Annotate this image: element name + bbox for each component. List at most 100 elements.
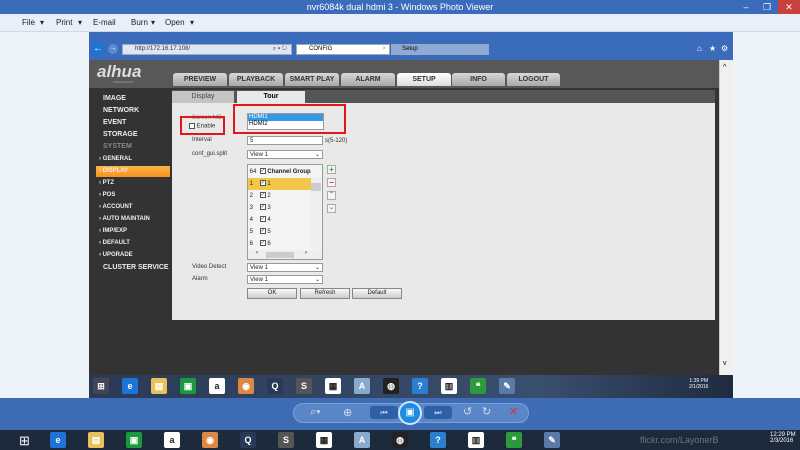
windows-icon[interactable]: ⊞ bbox=[93, 378, 109, 394]
sidebar-sub-general[interactable]: › GENERAL bbox=[99, 156, 132, 162]
sidebar-item-system[interactable]: SYSTEM bbox=[103, 143, 132, 150]
screen-select-list[interactable]: HDMI1 HDMI2 bbox=[247, 113, 324, 130]
refresh-button[interactable]: Refresh bbox=[300, 288, 350, 299]
help-icon[interactable]: ? bbox=[430, 432, 446, 448]
restore-button[interactable]: ❐ bbox=[756, 0, 778, 14]
explorer-icon[interactable]: ▤ bbox=[88, 432, 104, 448]
tab-preview[interactable]: PREVIEW bbox=[173, 73, 227, 86]
interval-input[interactable]: 5 bbox=[247, 136, 323, 145]
channel-row[interactable]: 1 ✓ 1 bbox=[248, 178, 311, 190]
wordpad-icon[interactable]: A bbox=[354, 432, 370, 448]
subtab-display[interactable]: Display bbox=[172, 91, 234, 103]
actual-size-icon[interactable]: ⊕ bbox=[343, 406, 352, 419]
chrome-icon[interactable]: ◉ bbox=[202, 432, 218, 448]
ie-icon[interactable]: e bbox=[50, 432, 66, 448]
hangouts-icon[interactable]: ❝ bbox=[470, 378, 486, 394]
ie-icon[interactable]: e bbox=[122, 378, 138, 394]
sidebar-item-storage[interactable]: STORAGE bbox=[103, 131, 138, 138]
option-hdmi2[interactable]: HDMI2 bbox=[248, 121, 323, 128]
channel-row[interactable]: 6 ✓ 6 bbox=[248, 238, 311, 250]
add-button[interactable]: + bbox=[327, 165, 336, 174]
sidebar-sub-imp-exp[interactable]: › IMP/EXP bbox=[99, 228, 127, 234]
ok-button[interactable]: OK bbox=[247, 288, 297, 299]
minimize-button[interactable]: – bbox=[735, 0, 757, 14]
sidebar-sub-ptz[interactable]: › PTZ bbox=[99, 180, 114, 186]
channel-checkbox[interactable]: ✓ bbox=[259, 204, 266, 211]
channel-row[interactable]: 5 ✓ 5 bbox=[248, 226, 311, 238]
sidebar-sub-pos[interactable]: › POS bbox=[99, 192, 115, 198]
option-hdmi1[interactable]: HDMI1 bbox=[248, 114, 323, 121]
address-bar[interactable]: http://172.16.17.108/ ⌕ ▾ ↻ bbox=[122, 44, 292, 55]
new-tab-button[interactable] bbox=[477, 44, 489, 55]
tab-smart-play[interactable]: SMART PLAY bbox=[285, 73, 339, 86]
sidebar-sub-display-active[interactable]: › DISPLAY bbox=[96, 166, 170, 177]
list-hscrollbar[interactable]: ‹ › bbox=[248, 250, 322, 259]
tab-config[interactable]: CONFIG × bbox=[296, 44, 390, 55]
channel-checkbox[interactable]: ✓ bbox=[259, 192, 266, 199]
back-button[interactable]: ← bbox=[91, 42, 105, 56]
tab-setup[interactable]: SETUP bbox=[397, 73, 451, 86]
sidebar-sub-auto-maintain[interactable]: › AUTO MAINTAIN bbox=[99, 216, 150, 222]
sublime-icon[interactable]: S bbox=[278, 432, 294, 448]
chrome-icon[interactable]: ◉ bbox=[238, 378, 254, 394]
quip-icon[interactable]: Q bbox=[267, 378, 283, 394]
sidebar-item-cluster-service[interactable]: CLUSTER SERVICE bbox=[103, 264, 169, 271]
sidebar-sub-upgrade[interactable]: › UPGRADE bbox=[99, 252, 133, 258]
vertical-scrollbar[interactable]: ^ v bbox=[719, 60, 733, 375]
tab-setup[interactable]: Setup bbox=[391, 44, 477, 55]
apps-icon[interactable]: ▦ bbox=[325, 378, 341, 394]
search-refresh-icons[interactable]: ⌕ ▾ ↻ bbox=[273, 45, 287, 54]
channel-row[interactable]: 4 ✓ 4 bbox=[248, 214, 311, 226]
store-icon[interactable]: ▣ bbox=[180, 378, 196, 394]
menu-email[interactable]: E-mail bbox=[93, 18, 116, 27]
channel-row[interactable]: 3 ✓ 3 bbox=[248, 202, 311, 214]
sidebar-sub-account[interactable]: › ACCOUNT bbox=[99, 204, 132, 210]
explorer-icon[interactable]: ▤ bbox=[151, 378, 167, 394]
wordpad-icon[interactable]: A bbox=[354, 378, 370, 394]
menu-print[interactable]: Print bbox=[56, 18, 72, 27]
next-button[interactable]: ⏭ bbox=[424, 406, 452, 419]
apps-icon[interactable]: ▦ bbox=[316, 432, 332, 448]
channel-list[interactable]: 64 ✓ Channel Group 1 ✓ 1 2 ✓ 2 3 ✓ 3 4 ✓… bbox=[247, 164, 323, 260]
help-icon[interactable]: ? bbox=[412, 378, 428, 394]
paint-icon[interactable]: ✎ bbox=[499, 378, 515, 394]
tab-info[interactable]: INFO bbox=[452, 73, 505, 86]
photo-icon[interactable]: ▥ bbox=[441, 378, 457, 394]
hangouts-icon[interactable]: ❝ bbox=[506, 432, 522, 448]
sidebar-item-image[interactable]: IMAGE bbox=[103, 95, 126, 102]
default-button[interactable]: Default bbox=[352, 288, 402, 299]
tab-alarm[interactable]: ALARM bbox=[341, 73, 395, 86]
store-icon[interactable]: ▣ bbox=[126, 432, 142, 448]
close-button[interactable]: ✕ bbox=[778, 0, 800, 14]
quip-icon[interactable]: Q bbox=[240, 432, 256, 448]
previous-button[interactable]: ⏮ bbox=[370, 406, 398, 419]
channel-checkbox[interactable]: ✓ bbox=[259, 180, 266, 187]
paint-icon[interactable]: ✎ bbox=[544, 432, 560, 448]
amazon-icon[interactable]: a bbox=[164, 432, 180, 448]
sidebar-sub-default[interactable]: › DEFAULT bbox=[99, 240, 130, 246]
zoom-icon[interactable]: ⌕▾ bbox=[310, 406, 321, 419]
move-down-button[interactable]: ⌄ bbox=[327, 204, 336, 213]
amazon-icon[interactable]: a bbox=[209, 378, 225, 394]
channel-checkbox[interactable]: ✓ bbox=[259, 240, 266, 247]
channel-checkbox[interactable]: ✓ bbox=[259, 216, 266, 223]
sidebar-item-network[interactable]: NETWORK bbox=[103, 107, 139, 114]
move-up-button[interactable]: ⌃ bbox=[327, 191, 336, 200]
delete-icon[interactable]: ✕ bbox=[509, 405, 518, 418]
split-select[interactable]: View 1 ⌄ bbox=[247, 150, 323, 159]
rotate-left-icon[interactable]: ↺ bbox=[463, 405, 472, 418]
gear-icon[interactable]: ⚙ bbox=[721, 44, 728, 53]
slideshow-button[interactable]: ▣ bbox=[398, 401, 422, 425]
app-icon[interactable]: ◍ bbox=[383, 378, 399, 394]
close-tab-icon[interactable]: × bbox=[382, 45, 386, 54]
enable-checkbox[interactable]: Enable bbox=[189, 123, 215, 130]
remove-button[interactable]: − bbox=[327, 178, 336, 187]
alarm-select[interactable]: View 1 ⌄ bbox=[247, 275, 323, 284]
menu-file[interactable]: File bbox=[22, 18, 35, 27]
star-icon[interactable]: ★ bbox=[709, 44, 716, 53]
sidebar-item-event[interactable]: EVENT bbox=[103, 119, 126, 126]
app-icon[interactable]: ◍ bbox=[392, 432, 408, 448]
home-icon[interactable]: ⌂ bbox=[697, 44, 702, 53]
channel-checkbox[interactable]: ✓ bbox=[259, 228, 266, 235]
forward-button[interactable]: → bbox=[108, 44, 118, 54]
